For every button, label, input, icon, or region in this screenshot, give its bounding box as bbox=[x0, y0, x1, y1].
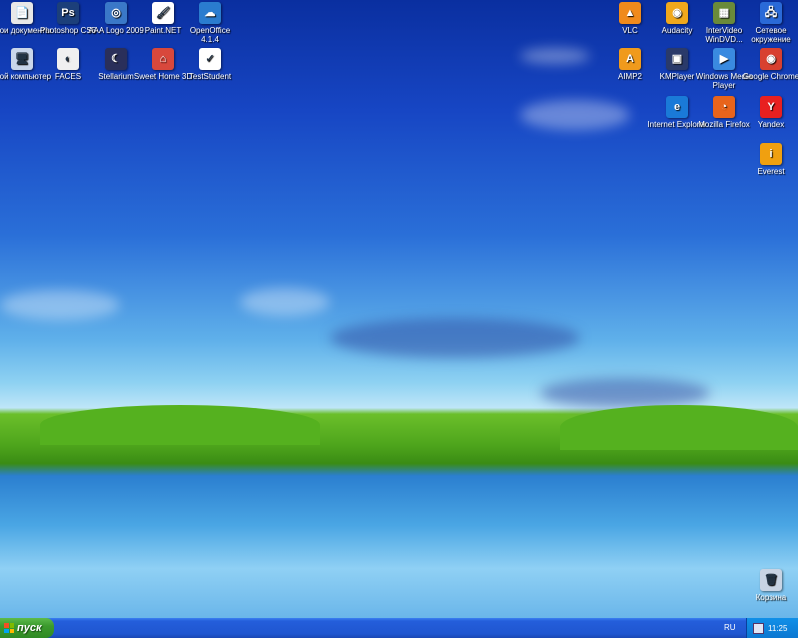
ie-icon: e bbox=[666, 96, 688, 118]
desktop-icon-teststudent[interactable]: ✓ TestStudent bbox=[180, 48, 240, 81]
cloud bbox=[540, 378, 710, 408]
desktop-icon-network[interactable]: 🖧 Сетевое окружение bbox=[741, 2, 798, 44]
desktop-icon-chrome[interactable]: ◉ Google Chrome bbox=[741, 48, 798, 81]
my-computer-icon: 🖥 bbox=[11, 48, 33, 70]
photoshop-icon: Ps bbox=[57, 2, 79, 24]
faces-icon: ◐ bbox=[57, 48, 79, 70]
clock[interactable]: 11:25 bbox=[768, 624, 787, 633]
hill bbox=[560, 405, 798, 450]
desktop-icon-label: Yandex bbox=[757, 120, 785, 129]
openoffice-icon: ☁ bbox=[199, 2, 221, 24]
cloud bbox=[240, 288, 330, 316]
network-icon: 🖧 bbox=[760, 2, 782, 24]
start-button[interactable]: пуск bbox=[0, 618, 54, 638]
cloud bbox=[520, 48, 590, 64]
desktop-icon-label: Everest bbox=[757, 167, 785, 176]
desktop-icon-label: Сетевое окружение bbox=[751, 26, 791, 44]
recycle-bin-icon: 🗑 bbox=[760, 569, 782, 591]
desktop-icon-label: OpenOffice 4.1.4 bbox=[189, 26, 231, 44]
desktop-wallpaper: 📄Мои документыPsPhotoshop CS5◎AAA Logo 2… bbox=[0, 0, 798, 618]
desktop-icon-label: Корзина bbox=[755, 593, 787, 602]
taskbar: пуск RU 11:25 bbox=[0, 618, 798, 638]
firefox-icon: ◔ bbox=[713, 96, 735, 118]
chrome-icon: ◉ bbox=[760, 48, 782, 70]
cloud bbox=[330, 318, 580, 358]
teststudent-icon: ✓ bbox=[199, 48, 221, 70]
system-tray: 11:25 bbox=[746, 618, 798, 638]
cloud bbox=[0, 290, 120, 320]
language-indicator[interactable]: RU bbox=[724, 618, 736, 638]
aimp-icon: A bbox=[619, 48, 641, 70]
windows-flag-icon bbox=[4, 623, 14, 633]
start-label: пуск bbox=[17, 622, 42, 634]
audacity-icon: ◉ bbox=[666, 2, 688, 24]
everest-icon: i bbox=[760, 143, 782, 165]
my-documents-icon: 📄 bbox=[11, 2, 33, 24]
desktop-icon-openoffice[interactable]: ☁ OpenOffice 4.1.4 bbox=[180, 2, 240, 44]
wmp-icon: ▶ bbox=[713, 48, 735, 70]
desktop-icon-yandex[interactable]: Y Yandex bbox=[741, 96, 798, 129]
desktop-icon-everest[interactable]: i Everest bbox=[741, 143, 798, 176]
windvd-icon: ▦ bbox=[713, 2, 735, 24]
tray-icon[interactable] bbox=[753, 622, 764, 634]
desktop-icon-label: Google Chrome bbox=[742, 72, 798, 81]
stellarium-icon: ☾ bbox=[105, 48, 127, 70]
cloud bbox=[520, 100, 630, 130]
sweethome-icon: ⌂ bbox=[152, 48, 174, 70]
hill bbox=[40, 405, 320, 445]
yandex-icon: Y bbox=[760, 96, 782, 118]
kmplayer-icon: ▣ bbox=[666, 48, 688, 70]
desktop-icon-label: TestStudent bbox=[188, 72, 232, 81]
desktop-icon-recycle-bin[interactable]: 🗑 Корзина bbox=[741, 569, 798, 602]
aaa-logo-icon: ◎ bbox=[105, 2, 127, 24]
paintnet-icon: 🖌 bbox=[152, 2, 174, 24]
vlc-icon: ▲ bbox=[619, 2, 641, 24]
